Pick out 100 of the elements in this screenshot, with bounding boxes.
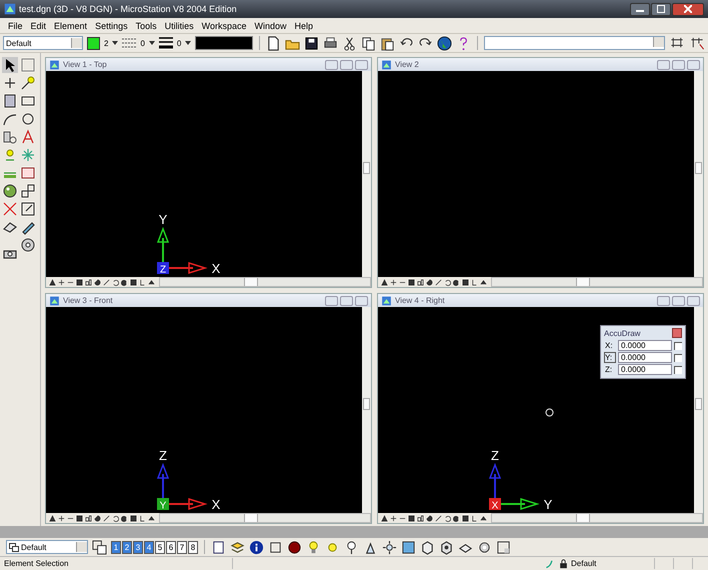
zoom-in-icon[interactable] — [390, 278, 397, 286]
active-level: Default — [571, 559, 598, 568]
view-toggle-button[interactable]: 2 — [122, 540, 132, 554]
globe-icon[interactable] — [437, 36, 452, 50]
undo-view-icon[interactable] — [444, 278, 451, 286]
new-file-icon[interactable] — [266, 36, 282, 50]
info-icon[interactable] — [249, 540, 264, 554]
copy-icon[interactable] — [20, 183, 36, 199]
status-message: Element Selection — [4, 559, 70, 568]
view-toggle-button[interactable]: 5 — [155, 540, 165, 554]
menu-item[interactable]: Edit — [30, 20, 46, 30]
zoom-in-icon[interactable] — [390, 514, 397, 522]
menu-item[interactable]: Window — [254, 20, 286, 30]
level-dropdown[interactable]: Default — [3, 36, 83, 50]
cell-icon[interactable] — [20, 165, 36, 181]
view-group-icon — [9, 542, 19, 552]
palette-icon[interactable] — [2, 183, 18, 199]
menu-item[interactable]: Help — [294, 20, 314, 30]
app-icon — [4, 3, 16, 15]
line-preview[interactable] — [195, 36, 254, 50]
vertical-scrollbar[interactable] — [694, 71, 703, 277]
zoom-in-icon[interactable] — [58, 278, 65, 286]
color-index: 2 — [104, 38, 108, 48]
view-canvas[interactable]: Z Y X — [46, 307, 362, 513]
menu-item[interactable]: Settings — [95, 20, 128, 30]
sun-icon[interactable] — [382, 540, 397, 554]
zoom-in-icon[interactable] — [58, 514, 65, 522]
key-in-field[interactable] — [484, 36, 665, 50]
undo-view-icon[interactable] — [112, 514, 119, 522]
redo-view-icon[interactable] — [453, 278, 460, 286]
view-group-dropdown[interactable]: Default — [6, 540, 88, 554]
view-icon — [381, 60, 392, 70]
fit-icon[interactable] — [85, 278, 92, 286]
fit-icon[interactable] — [417, 278, 424, 286]
layers-icon[interactable] — [230, 540, 245, 554]
caret-icon[interactable] — [148, 41, 155, 45]
views-dialog-icon[interactable] — [92, 540, 107, 554]
horizontal-scrollbar[interactable] — [159, 277, 371, 287]
circle-icon[interactable] — [20, 111, 36, 127]
save-icon[interactable] — [304, 36, 320, 50]
menu-item[interactable]: Element — [54, 20, 88, 30]
view-icon — [49, 296, 60, 306]
fit-icon[interactable] — [417, 514, 424, 522]
coordinate-field[interactable]: 0.0000 — [618, 340, 672, 351]
attach-icon[interactable] — [211, 540, 226, 554]
view-toggle-button[interactable]: 6 — [166, 540, 176, 554]
redo-view-icon[interactable] — [453, 514, 460, 522]
caret-icon[interactable] — [185, 41, 192, 45]
close-button[interactable] — [672, 2, 704, 16]
lock-checkbox[interactable] — [674, 354, 682, 362]
horizontal-scrollbar[interactable] — [159, 513, 371, 523]
box-icon[interactable] — [439, 540, 454, 554]
copy-icon[interactable] — [361, 36, 376, 50]
horizontal-scrollbar[interactable] — [491, 277, 703, 287]
menu-item[interactable]: Workspace — [202, 20, 246, 30]
axis-label: X: — [604, 340, 614, 351]
lock-checkbox[interactable] — [674, 366, 682, 374]
disk-icon[interactable] — [20, 237, 36, 253]
coordinate-field[interactable]: 0.0000 — [618, 352, 672, 363]
menu-item[interactable]: Utilities — [164, 20, 194, 30]
cut-icon[interactable] — [342, 36, 358, 50]
scale-icon[interactable] — [20, 201, 36, 217]
view-toggle-button[interactable]: 7 — [177, 540, 187, 554]
color-swatch[interactable] — [87, 36, 100, 50]
menu-item[interactable]: File — [8, 20, 23, 30]
vertical-scrollbar[interactable] — [694, 307, 703, 513]
letter-icon[interactable] — [20, 129, 36, 145]
undo-view-icon[interactable] — [112, 278, 119, 286]
horizontal-scrollbar[interactable] — [491, 513, 703, 523]
vertical-scrollbar[interactable] — [362, 307, 371, 513]
view-toggle-button[interactable]: 4 — [144, 540, 154, 554]
view-canvas[interactable]: Z X Y AccuDraw X: 0.0000 Y: 0.0000 Z: 0.0000 — [378, 307, 694, 513]
undo-view-icon[interactable] — [444, 514, 451, 522]
material-icon[interactable] — [401, 540, 416, 554]
redo-view-icon[interactable] — [121, 514, 128, 522]
minimize-button[interactable] — [630, 2, 650, 16]
plus-icon[interactable] — [2, 75, 18, 91]
maximize-button[interactable] — [651, 2, 671, 16]
paste-icon[interactable] — [380, 36, 396, 50]
vertical-scrollbar[interactable] — [362, 71, 371, 277]
view-toggle-button[interactable]: 1 — [111, 540, 121, 554]
delete-icon[interactable] — [2, 201, 18, 217]
snap-icon[interactable] — [669, 36, 685, 50]
print-icon[interactable] — [323, 36, 338, 50]
view-toggle-button[interactable]: 8 — [188, 540, 198, 554]
view-icon — [49, 60, 60, 70]
coordinate-field[interactable]: 0.0000 — [618, 364, 672, 375]
bulb-icon[interactable] — [20, 75, 36, 91]
lock-checkbox[interactable] — [674, 342, 682, 350]
render-ball-icon[interactable] — [287, 540, 302, 554]
view-toggle-button[interactable]: 3 — [133, 540, 143, 554]
caret-icon[interactable] — [112, 41, 118, 45]
line-style-icon — [122, 37, 136, 49]
fence-icon[interactable] — [268, 540, 283, 554]
snap-mode-icon[interactable] — [689, 36, 705, 50]
redo-view-icon[interactable] — [121, 278, 128, 286]
fence-clip-icon[interactable] — [496, 540, 511, 554]
fit-icon[interactable] — [85, 514, 92, 522]
view-canvas[interactable]: Y Z X — [46, 71, 362, 277]
menu-item[interactable]: Tools — [136, 20, 157, 30]
